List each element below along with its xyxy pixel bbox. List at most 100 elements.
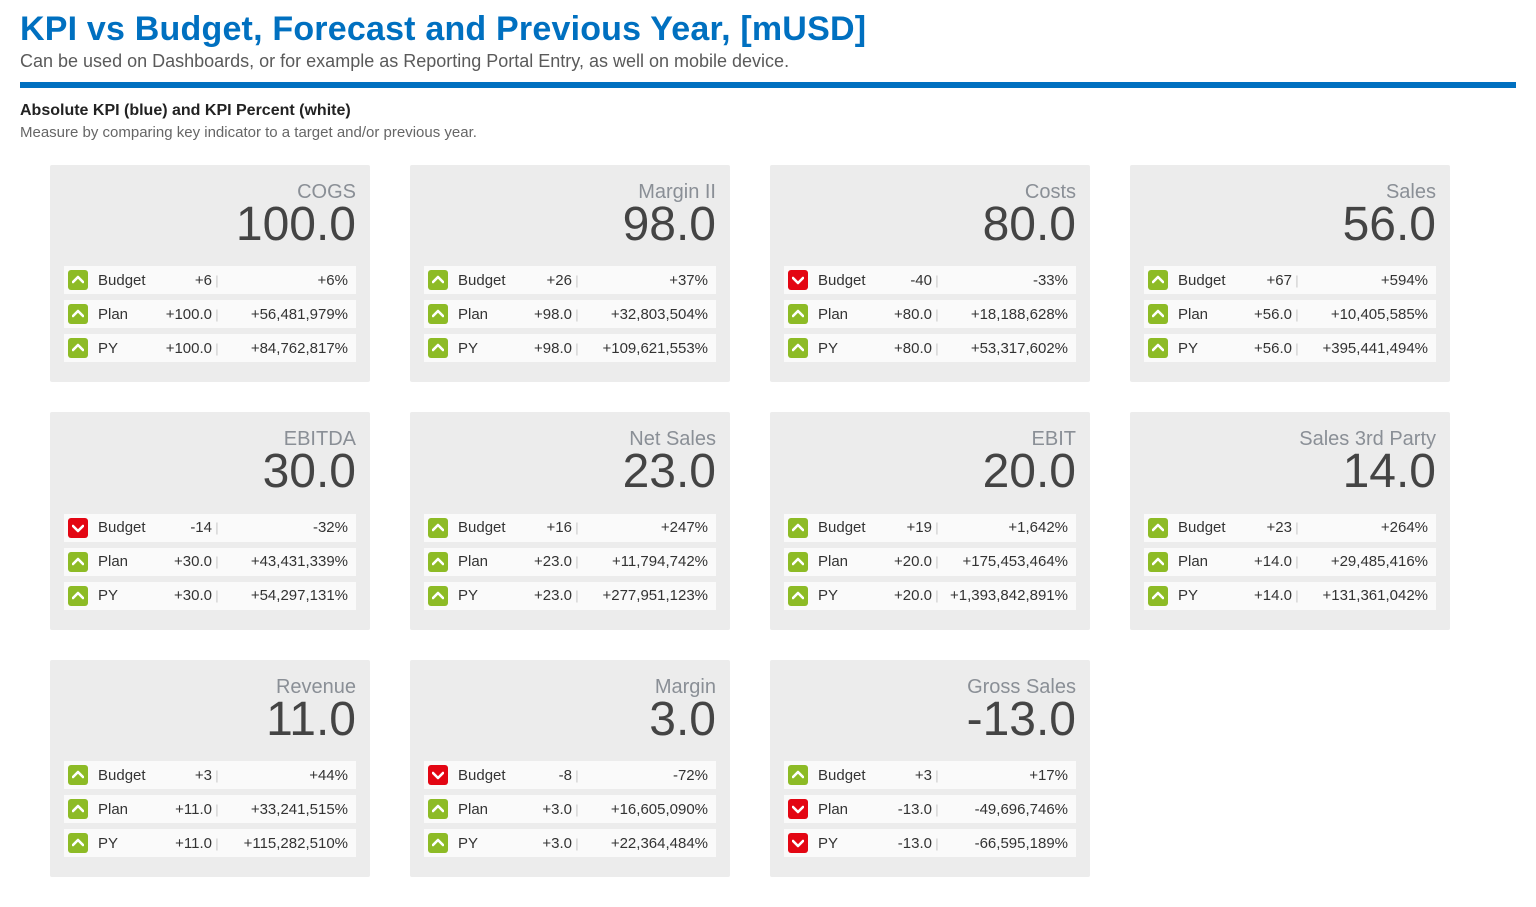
kpi-row-absolute: -13.0 [876,835,932,852]
kpi-row-percent: +29,485,416% [1302,553,1428,570]
kpi-row: Plan-13.0|-49,696,746% [784,795,1076,823]
kpi-row-absolute: +20.0 [876,553,932,570]
kpi-row-absolute: +3.0 [516,835,572,852]
kpi-row: PY+80.0|+53,317,602% [784,334,1076,362]
separator: | [572,554,582,569]
kpi-row-percent: +54,297,131% [222,587,348,604]
kpi-card[interactable]: EBIT20.0Budget+19|+1,642%Plan+20.0|+175,… [770,412,1090,629]
chevron-up-icon [788,552,808,572]
kpi-row-label: Plan [458,801,516,818]
separator: | [212,307,222,322]
chevron-up-icon [788,518,808,538]
kpi-card[interactable]: Sales56.0Budget+67|+594%Plan+56.0|+10,40… [1130,165,1450,382]
kpi-card-value: 23.0 [424,447,716,497]
kpi-row-percent: +22,364,484% [582,835,708,852]
chevron-up-icon [1148,552,1168,572]
kpi-row: PY+30.0|+54,297,131% [64,582,356,610]
kpi-row-label: Budget [818,519,876,536]
chevron-up-icon [68,552,88,572]
kpi-row-percent: -33% [942,272,1068,289]
kpi-row-label: Plan [1178,306,1236,323]
chevron-down-icon [788,270,808,290]
kpi-row: Budget-14|-32% [64,514,356,542]
kpi-grid: COGS100.0Budget+6|+6%Plan+100.0|+56,481,… [20,165,1516,877]
kpi-row-label: Plan [98,306,156,323]
kpi-card[interactable]: Costs80.0Budget-40|-33%Plan+80.0|+18,188… [770,165,1090,382]
chevron-up-icon [428,304,448,324]
kpi-row-percent: +175,453,464% [942,553,1068,570]
kpi-row-percent: +56,481,979% [222,306,348,323]
chevron-up-icon [68,586,88,606]
kpi-row-absolute: +67 [1236,272,1292,289]
kpi-row-absolute: +80.0 [876,340,932,357]
kpi-row-absolute: +20.0 [876,587,932,604]
page-subtitle: Can be used on Dashboards, or for exampl… [20,51,1516,72]
kpi-row-absolute: +14.0 [1236,587,1292,604]
separator: | [932,768,942,783]
kpi-card[interactable]: Revenue11.0Budget+3|+44%Plan+11.0|+33,24… [50,660,370,877]
separator: | [572,768,582,783]
kpi-row-label: Plan [1178,553,1236,570]
kpi-card-value: 20.0 [784,447,1076,497]
kpi-row: Budget+23|+264% [1144,514,1436,542]
kpi-row-percent: +247% [582,519,708,536]
kpi-row-absolute: +56.0 [1236,340,1292,357]
kpi-row-absolute: +23.0 [516,553,572,570]
kpi-row-absolute: +98.0 [516,306,572,323]
chevron-up-icon [68,799,88,819]
kpi-row: Plan+14.0|+29,485,416% [1144,548,1436,576]
kpi-row-absolute: -8 [516,767,572,784]
kpi-card-value: 11.0 [64,695,356,745]
kpi-row-absolute: +11.0 [156,835,212,852]
kpi-row-label: PY [818,835,876,852]
kpi-card[interactable]: EBITDA30.0Budget-14|-32%Plan+30.0|+43,43… [50,412,370,629]
kpi-row-label: Budget [98,272,156,289]
chevron-up-icon [428,518,448,538]
kpi-row-absolute: +80.0 [876,306,932,323]
kpi-card[interactable]: Gross Sales-13.0Budget+3|+17%Plan-13.0|-… [770,660,1090,877]
kpi-card[interactable]: Margin3.0Budget-8|-72%Plan+3.0|+16,605,0… [410,660,730,877]
kpi-row-percent: +6% [222,272,348,289]
kpi-row: Budget+16|+247% [424,514,716,542]
separator: | [572,802,582,817]
kpi-card[interactable]: Margin II98.0Budget+26|+37%Plan+98.0|+32… [410,165,730,382]
kpi-row-label: PY [1178,587,1236,604]
kpi-row-percent: +1,642% [942,519,1068,536]
kpi-row-percent: +115,282,510% [222,835,348,852]
kpi-card[interactable]: Net Sales23.0Budget+16|+247%Plan+23.0|+1… [410,412,730,629]
kpi-row: Budget+6|+6% [64,266,356,294]
kpi-row-percent: +17% [942,767,1068,784]
kpi-row-percent: +131,361,042% [1302,587,1428,604]
chevron-up-icon [428,799,448,819]
kpi-row-absolute: +30.0 [156,587,212,604]
separator: | [1292,554,1302,569]
kpi-row: Budget+3|+17% [784,761,1076,789]
kpi-row-percent: +594% [1302,272,1428,289]
separator: | [212,520,222,535]
kpi-row: Plan+23.0|+11,794,742% [424,548,716,576]
kpi-row: Budget+67|+594% [1144,266,1436,294]
kpi-row: Plan+98.0|+32,803,504% [424,300,716,328]
kpi-row: Plan+56.0|+10,405,585% [1144,300,1436,328]
chevron-up-icon [1148,518,1168,538]
chevron-up-icon [1148,304,1168,324]
kpi-row-percent: -49,696,746% [942,801,1068,818]
kpi-row-percent: +109,621,553% [582,340,708,357]
kpi-row-label: PY [98,835,156,852]
kpi-row-percent: +1,393,842,891% [942,587,1068,604]
kpi-row-percent: +44% [222,767,348,784]
chevron-up-icon [788,338,808,358]
kpi-row-absolute: +3.0 [516,801,572,818]
kpi-row: PY+100.0|+84,762,817% [64,334,356,362]
kpi-row: Plan+3.0|+16,605,090% [424,795,716,823]
kpi-row: Plan+30.0|+43,431,339% [64,548,356,576]
kpi-row: PY+23.0|+277,951,123% [424,582,716,610]
chevron-up-icon [68,338,88,358]
kpi-row-absolute: +56.0 [1236,306,1292,323]
kpi-row-label: Budget [818,767,876,784]
separator: | [932,520,942,535]
kpi-card[interactable]: COGS100.0Budget+6|+6%Plan+100.0|+56,481,… [50,165,370,382]
kpi-row: PY-13.0|-66,595,189% [784,829,1076,857]
kpi-card[interactable]: Sales 3rd Party14.0Budget+23|+264%Plan+1… [1130,412,1450,629]
kpi-row-percent: +37% [582,272,708,289]
